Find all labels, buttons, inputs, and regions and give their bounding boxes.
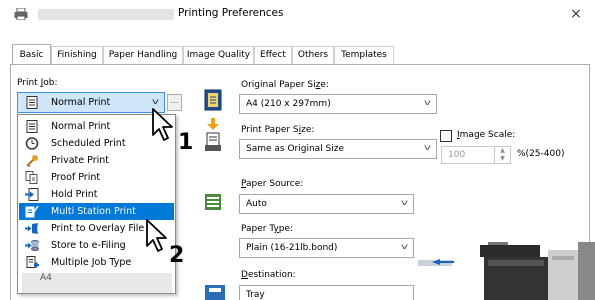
- tab-effect[interactable]: Effect: [254, 46, 292, 64]
- paper-source-select[interactable]: Auto v: [239, 194, 414, 214]
- document-icon: [26, 96, 38, 109]
- list-partial-row: A4: [22, 273, 172, 293]
- tab-image-quality[interactable]: Image Quality: [183, 46, 254, 64]
- image-scale-range: %(25-400): [517, 149, 565, 159]
- printer-icon: [14, 8, 28, 20]
- destination-icon: [205, 285, 225, 300]
- multi-station-icon: [25, 205, 39, 218]
- multiple-job-icon: [26, 256, 39, 268]
- original-paper-size-select[interactable]: A4 (210 x 297mm) v: [239, 94, 437, 114]
- step-number-two: 2: [169, 243, 185, 268]
- window-title: Printing Preferences: [178, 7, 284, 19]
- tab-templates[interactable]: Templates: [334, 46, 394, 64]
- list-item-proof-print[interactable]: Proof Print: [19, 169, 174, 186]
- destination-label: Destination:: [241, 270, 296, 280]
- list-item-private-print[interactable]: Private Print: [19, 152, 174, 169]
- chevron-down-icon: v: [401, 198, 409, 207]
- image-scale-input[interactable]: 100 ▲ ▼: [441, 146, 511, 164]
- print-job-label: Print Job:: [17, 78, 58, 88]
- close-icon[interactable]: ×: [565, 3, 587, 25]
- paper-source-label: Paper Source:: [241, 179, 304, 189]
- chevron-down-icon: v: [152, 97, 160, 106]
- overlay-icon: [25, 223, 38, 234]
- key-icon: [26, 155, 38, 167]
- tab-finishing[interactable]: Finishing: [51, 46, 103, 64]
- chevron-down-icon: v: [401, 242, 409, 251]
- print-paper-size-select[interactable]: Same as Original Size v: [239, 139, 437, 159]
- print-paper-icon: [205, 118, 221, 151]
- blurred-printer-name: [38, 9, 174, 20]
- list-item-hold-print[interactable]: Hold Print: [19, 186, 174, 203]
- cursor-pointer-icon: [146, 219, 167, 252]
- print-job-select[interactable]: Normal Print v: [17, 92, 165, 113]
- tab-others[interactable]: Others: [292, 46, 334, 64]
- chevron-down-icon: v: [424, 98, 432, 107]
- printer-machine-icon: [418, 242, 595, 300]
- paper-source-icon: [205, 194, 221, 210]
- document-icon: [26, 120, 38, 133]
- image-scale-label: Image Scale:: [457, 130, 516, 140]
- original-paper-icon: [204, 89, 222, 111]
- hold-icon: [25, 188, 39, 201]
- proof-icon: [25, 171, 38, 184]
- tab-basic[interactable]: Basic: [12, 44, 51, 64]
- list-item-multiple-job-type[interactable]: Multiple Job Type: [19, 254, 174, 271]
- print-job-value: Normal Print: [51, 97, 111, 108]
- paper-type-label: Paper Type:: [241, 224, 294, 234]
- step-number-one: 1: [178, 130, 194, 155]
- clock-icon: [25, 137, 39, 150]
- chevron-down-icon: v: [424, 143, 432, 152]
- print-paper-size-label: Print Paper Size:: [241, 125, 315, 135]
- spin-arrows-icon[interactable]: ▲ ▼: [494, 147, 510, 163]
- paper-type-select[interactable]: Plain (16-21lb.bond) v: [239, 238, 414, 258]
- cursor-pointer-icon: [152, 108, 173, 141]
- tab-paper-handling[interactable]: Paper Handling: [103, 46, 183, 64]
- efiling-icon: [25, 240, 39, 251]
- title-bar: Printing Preferences ×: [0, 0, 595, 28]
- original-paper-size-label: Original Paper Size:: [241, 80, 329, 90]
- destination-select[interactable]: Tray: [239, 285, 414, 300]
- image-scale-checkbox[interactable]: [440, 130, 452, 142]
